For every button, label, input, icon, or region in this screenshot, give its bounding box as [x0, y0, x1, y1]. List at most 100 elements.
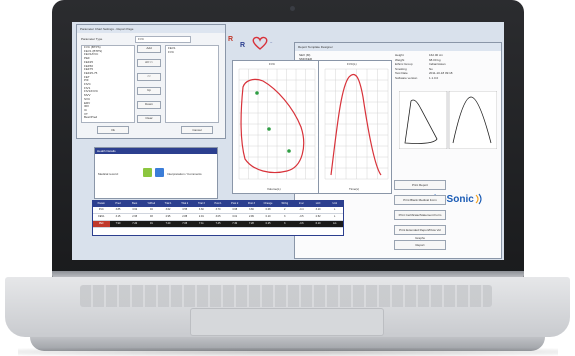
volume-time-curve: [330, 73, 382, 176]
table-cell: 3: [284, 215, 286, 218]
comments-label: Interpretation / Comments: [167, 172, 202, 176]
selected-parameter-item[interactable]: FVC: [166, 50, 218, 54]
table-cell: -0.6: [299, 222, 304, 225]
table-cell: 3.15: [115, 215, 121, 218]
table-cell: 7.45: [215, 222, 221, 225]
table-cell: 3.62: [165, 208, 171, 211]
table-cell: 2.95: [132, 215, 138, 218]
table-cell: 3: [284, 222, 286, 225]
data-point: [287, 149, 291, 153]
table-cell: 2.52: [315, 215, 321, 218]
clear-button[interactable]: Clear: [137, 115, 161, 123]
table-cell: 3.62: [132, 208, 138, 211]
fv-x-axis-label: Volume(L): [267, 187, 281, 191]
print-report-button[interactable]: Print Report: [394, 180, 446, 190]
table-cell: 3.70: [215, 208, 221, 211]
table-cell: 2.99: [248, 215, 254, 218]
table-row[interactable]: PEF 7.90 7.20 91 7.20 7.05 7.11 7.45 7.30 7.28 0.2…: [93, 221, 343, 228]
table-cell: -0.5: [299, 215, 304, 218]
data-point: [267, 127, 271, 131]
add-all-button[interactable]: All >>: [137, 59, 161, 67]
table-cell: FVC: [98, 208, 104, 211]
vt-x-axis-label: Time(s): [349, 187, 360, 191]
table-cell: -0.4: [299, 208, 304, 211]
table-cell: 7.05: [182, 222, 188, 225]
health-details-panel: Health Details Medical record: Interpret…: [94, 147, 218, 199]
table-cell: 7.20: [132, 222, 138, 225]
medical-record-label: Medical record:: [98, 172, 119, 176]
table-cell: L: [334, 215, 336, 218]
info-value: 1.1.0.0: [429, 75, 439, 80]
available-parameters-list[interactable]: FVC (BTPS) FEV1 (BTPS) FEV1/FVC PEF FEF25 FEF…: [81, 45, 135, 123]
table-cell: 2.88: [182, 215, 188, 218]
table-cell: 2.91: [198, 215, 204, 218]
webcam: [290, 6, 295, 11]
fv-chart-title: FVC: [269, 62, 275, 66]
table-cell: 2.95: [165, 215, 171, 218]
table-cell: 3.05: [215, 215, 221, 218]
print-blank-form-button[interactable]: Print Blank Medical Form: [394, 195, 446, 205]
dialog-button-column: Add All >> << Up Down Clear: [137, 45, 161, 123]
table-cell: PEF: [93, 221, 110, 227]
report-title: Report Template Designer: [295, 43, 501, 51]
flow-volume-window: FVC Volume(L): [232, 60, 320, 194]
table-cell: L: [334, 208, 336, 211]
ok-button[interactable]: Ok: [97, 126, 129, 134]
table-cell: 91: [149, 222, 153, 225]
laptop-shadow: [18, 348, 558, 356]
cancel-button[interactable]: Cancel: [181, 126, 213, 134]
table-row[interactable]: FEV1 3.15 2.95 93 2.95 2.88 2.91 3.05 3.01 2.99 0.…: [93, 214, 343, 221]
table-cell: 7.20: [165, 222, 171, 225]
save-icon[interactable]: [155, 168, 164, 177]
table-cell: 7.90: [115, 222, 121, 225]
info-label: Software version: [395, 75, 418, 80]
flow-volume-chart: [238, 68, 316, 180]
table-cell: 7.30: [232, 222, 238, 225]
parameter-type-select[interactable]: FVC: [135, 36, 191, 43]
r-icon-3[interactable]: ~: [270, 40, 272, 45]
parameter-list-item[interactable]: Best/Pred: [82, 116, 134, 120]
table-cell: 0.10: [265, 215, 271, 218]
parameter-type-label: Parameter Type: [81, 37, 103, 41]
heart-icon[interactable]: [252, 36, 268, 55]
dialog-title: Parameter Chart Settings - Report Page: [77, 25, 225, 33]
table-cell: 3.10: [315, 208, 321, 211]
table-cell: FEV1: [98, 215, 105, 218]
move-up-button[interactable]: Up: [137, 87, 161, 95]
table-cell: 0.25: [265, 222, 271, 225]
report-button[interactable]: Report: [394, 240, 446, 250]
screen: Parameter Chart Settings - Report Page P…: [72, 22, 504, 260]
trackpad: [190, 308, 384, 336]
pencil-icon[interactable]: [143, 168, 152, 177]
table-cell: 0.08: [265, 208, 271, 211]
table-cell: 3.55: [182, 208, 188, 211]
r-icon-2[interactable]: R: [240, 42, 245, 49]
table-cell: 2: [284, 208, 286, 211]
table-cell: 94: [149, 208, 153, 211]
side-button-stack: Print Report Print Blank Medical Form Pr…: [394, 180, 446, 250]
table-cell: 3.60: [198, 208, 204, 211]
table-cell: 7.11: [199, 222, 204, 225]
print-extended-button[interactable]: Print Extended Report/Flow Vol Graphs: [394, 225, 446, 240]
vt-chart-title: FVC(L): [347, 62, 357, 66]
r-icon-1[interactable]: R: [228, 36, 233, 43]
parameter-settings-dialog: Parameter Chart Settings - Report Page P…: [76, 24, 226, 139]
preview-charts: [399, 91, 497, 149]
table-cell: 6.10: [315, 222, 321, 225]
patient-info-block: Height 162.00 cm Weight 68.00 kg Ethnic Grou…: [395, 53, 452, 80]
volume-time-chart: [324, 68, 389, 180]
health-details-header: Health Details: [95, 148, 217, 154]
move-down-button[interactable]: Down: [137, 101, 161, 109]
remove-button[interactable]: <<: [137, 73, 161, 81]
keyboard: [80, 285, 492, 307]
table-cell: 7.28: [248, 222, 254, 225]
table-cell: L/s: [333, 222, 337, 225]
selected-parameters-list[interactable]: FEV1 FVC: [165, 45, 219, 123]
table-cell: 3.01: [232, 215, 238, 218]
add-button[interactable]: Add: [137, 45, 161, 53]
sound-wave-icon: [475, 193, 482, 205]
print-certificate-button[interactable]: Print Certificate/Statement Form: [394, 210, 446, 220]
volume-time-window: FVC(L) Time(s): [318, 60, 392, 194]
table-cell: 93: [149, 215, 153, 218]
table-row[interactable]: FVC 3.85 3.62 94 3.62 3.55 3.60 3.70 3.68 3.66 0.0…: [93, 207, 343, 214]
